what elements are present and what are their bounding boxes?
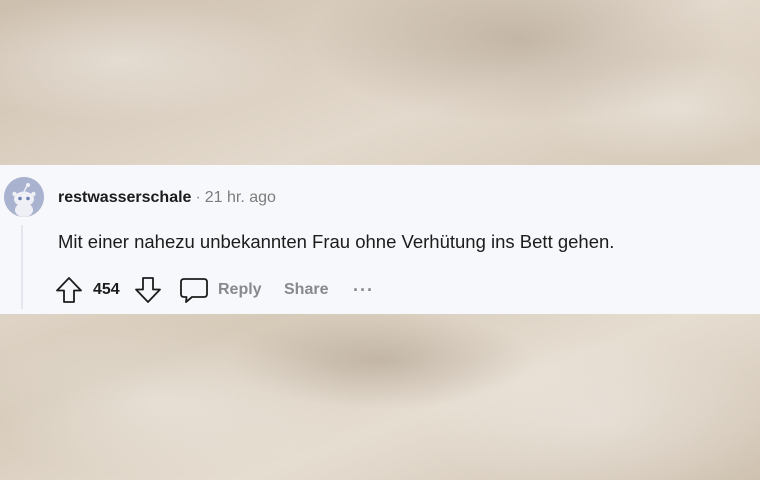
downvote-arrow-icon — [135, 277, 161, 303]
comment-meta: restwasserschale · 21 hr. ago — [58, 189, 276, 207]
thread-line[interactable] — [21, 225, 23, 309]
reply-label: Reply — [218, 281, 262, 298]
timestamp[interactable]: 21 hr. ago — [205, 189, 276, 206]
upvote-button[interactable] — [54, 275, 84, 305]
meta-separator: · — [195, 189, 201, 206]
snoo-avatar-icon — [4, 177, 44, 217]
comment-body: Mit einer nahezu unbekannten Frau ohne V… — [58, 231, 615, 252]
comment-card: restwasserschale · 21 hr. ago Mit einer na… — [0, 165, 760, 314]
upvote-arrow-icon — [56, 277, 82, 303]
downvote-button[interactable] — [133, 275, 163, 305]
speech-bubble-icon — [180, 278, 208, 303]
vote-score: 454 — [93, 281, 120, 298]
more-options-button[interactable]: ··· — [353, 275, 374, 305]
share-button[interactable]: Share — [284, 275, 328, 305]
username[interactable]: restwasserschale — [58, 189, 191, 206]
reply-button[interactable]: Reply — [178, 275, 262, 305]
avatar[interactable] — [4, 177, 44, 217]
